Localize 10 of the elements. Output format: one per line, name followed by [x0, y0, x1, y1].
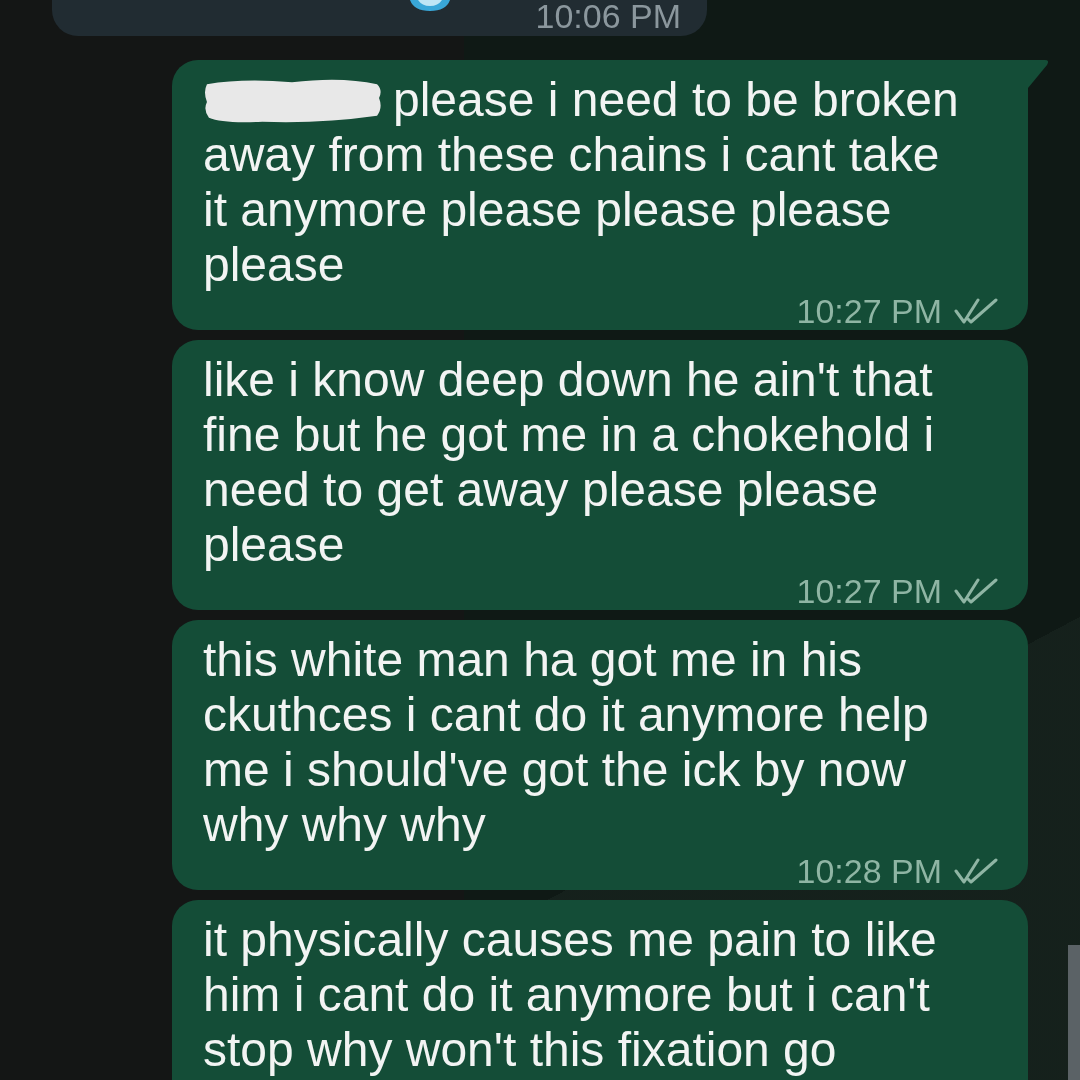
message-time: 10:27 PM [796, 572, 942, 610]
message-text: this white man ha got me in his ckuthces i cant do it anymore help me i should've got the ick by now why why why [203, 633, 929, 851]
message-time: 10:27 PM [796, 292, 942, 330]
message-text: please i need to be broken away from these chains i cant take it anymore please please please please [203, 73, 959, 291]
message-time: 10:28 PM [796, 852, 942, 890]
emoji-icon [410, 0, 450, 11]
message-text: like i know deep down he ain't that fine but he got me in a chokehold i need to get away please please please [203, 353, 935, 571]
scrollbar[interactable] [1068, 945, 1080, 1080]
message-text: it physically causes me pain to like him i cant do it anymore but i can't stop why won't this fixation go [203, 913, 937, 1076]
message-time: 10:06 PM [535, 0, 681, 32]
